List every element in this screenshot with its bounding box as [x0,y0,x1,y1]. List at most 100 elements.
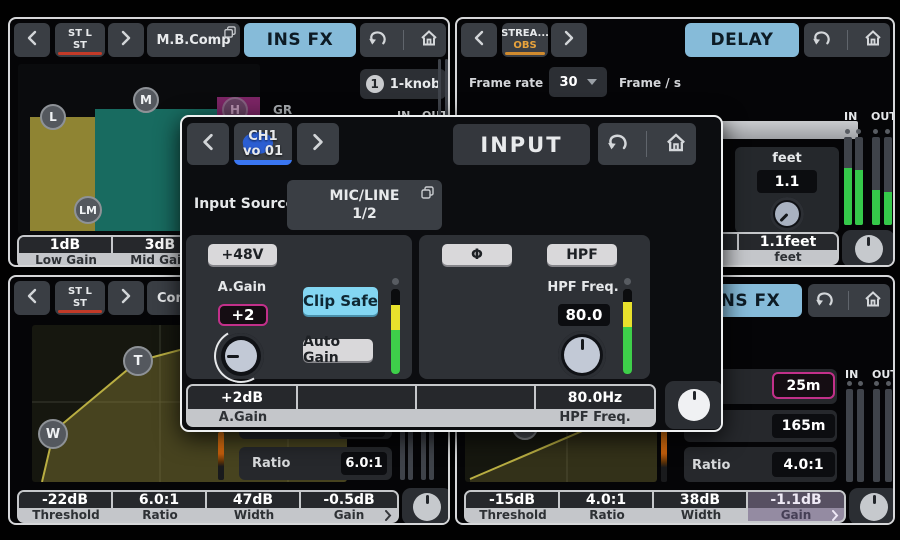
head-amp-section: +48V A.Gain +2 Clip Safe Auto Gain [186,235,412,379]
home-icon[interactable] [664,132,688,157]
param-value[interactable]: -0.5dB [301,492,397,508]
frame-rate-dropdown[interactable]: 30 [549,67,607,97]
phantom-48v-button[interactable]: +48V [208,244,277,265]
touch-and-turn-knob-button[interactable] [849,488,895,525]
frame-rate-label: Frame rate [469,76,543,90]
release-value[interactable]: 165m [772,414,835,438]
one-knob-button[interactable]: 1 1-knob [360,69,446,99]
undo-icon[interactable] [368,30,388,50]
param-value[interactable] [298,386,417,409]
param-value[interactable]: 47dB [207,492,301,508]
channel-name: STREA... [502,28,548,40]
phase-hpf-section: Φ HPF HPF Freq. 80.0 [419,235,650,379]
more-params-chevron[interactable] [831,510,839,523]
home-icon[interactable] [863,29,883,51]
undo-icon[interactable] [815,291,835,311]
next-channel-button[interactable] [108,281,144,315]
hpf-freq-value[interactable]: 80.0 [558,304,610,326]
input-source-button[interactable]: MIC/LINE 1/2 [287,180,442,230]
width-handle[interactable]: W [38,419,68,449]
out-meter [873,389,880,482]
nav-group [808,284,890,317]
library-button[interactable]: M.B.Comp [147,23,240,57]
attack-value[interactable]: 25m [772,372,835,399]
param-value[interactable]: -15dB [466,492,560,508]
chevron-right-icon [120,288,132,308]
param-bar: -15dB 4.0:1 38dB -1.1dB Threshold Ratio … [464,490,846,523]
low-band-handle[interactable]: L [40,104,66,130]
phase-button[interactable]: Φ [442,244,512,265]
ratio-value[interactable]: 6.0:1 [341,452,387,475]
again-knob[interactable] [218,333,264,379]
library-name: M.B.Comp [156,33,230,48]
chevron-right-icon [311,133,325,155]
meter-peak-dot [392,278,399,285]
one-icon: 1 [366,75,384,93]
param-value[interactable]: 6.0:1 [113,492,207,508]
out-label: OUT [871,110,895,123]
prev-channel-button[interactable] [461,23,497,57]
low-mid-crossover-handle[interactable]: LM [74,196,102,224]
divider [403,30,404,50]
param-label: A.Gain [188,409,298,425]
param-value[interactable]: -22dB [19,492,113,508]
auto-gain-button[interactable]: Auto Gain [303,339,373,361]
next-channel-button[interactable] [551,23,587,57]
param-label [417,409,536,425]
channel-name: ST L [68,286,92,298]
home-icon[interactable] [863,290,883,312]
screen-title: INS FX [267,30,333,50]
hpf-freq-knob[interactable] [558,331,606,379]
again-value[interactable]: +2 [218,304,268,326]
frame-rate-unit: Frame / s [619,76,681,90]
prev-channel-button[interactable] [14,281,50,315]
nav-group [360,23,446,57]
param-value[interactable]: 4.0:1 [560,492,654,508]
channel-select-button[interactable]: ST L ST [55,23,105,57]
meter-peak-dot [856,129,861,134]
input-source-value: MIC/LINE [330,187,400,205]
meter-peak-dot [624,278,631,285]
clip-safe-button[interactable]: Clip Safe [303,287,378,315]
param-value[interactable]: +2dB [188,386,298,409]
param-value[interactable]: 1.1feet [739,234,837,250]
prev-channel-button[interactable] [187,123,229,165]
undo-icon[interactable] [606,133,630,155]
ratio-row: Ratio 6.0:1 [239,447,392,480]
param-bar: -22dB 6.0:1 47dB -0.5dB Threshold Ratio … [17,490,399,523]
mid-band-handle[interactable]: M [133,87,159,113]
param-label: Threshold [19,508,113,522]
dialog-title: INPUT [453,124,590,165]
prev-channel-button[interactable] [14,23,50,57]
home-icon[interactable] [419,29,439,51]
next-channel-button[interactable] [108,23,144,57]
hpf-button[interactable]: HPF [547,244,617,265]
channel-select-button[interactable]: STREA... OBS [502,23,548,57]
meter-peak-dot [845,129,850,134]
delay-knob[interactable] [770,197,804,231]
feet-value[interactable]: 1.1 [757,170,817,193]
channel-select-button[interactable]: CH1 vo 01 [234,123,292,165]
dialog-title-text: INPUT [480,133,562,157]
param-value-selected[interactable]: -1.1dB [748,492,844,508]
meter-edge [445,59,448,117]
touch-and-turn-knob-button[interactable] [842,230,895,267]
threshold-handle[interactable]: T [123,346,153,376]
chevron-left-icon [201,133,215,155]
param-value[interactable]: 38dB [654,492,748,508]
touch-and-turn-knob-button[interactable] [402,488,450,525]
param-label: Low Gain [19,253,113,267]
nav-group [598,123,696,165]
ratio-value[interactable]: 4.0:1 [772,452,835,477]
in-meter [855,137,863,225]
param-value[interactable]: 1dB [19,237,113,253]
param-value[interactable] [417,386,536,409]
channel-name2: OBS [513,40,536,52]
undo-icon[interactable] [812,30,832,50]
touch-and-turn-knob-button[interactable] [665,381,723,429]
param-value[interactable]: 80.0Hz [536,386,654,409]
channel-name2: vo 01 [243,144,283,159]
channel-select-button[interactable]: ST L ST [55,281,105,315]
next-channel-button[interactable] [297,123,339,165]
more-params-chevron[interactable] [384,510,392,523]
